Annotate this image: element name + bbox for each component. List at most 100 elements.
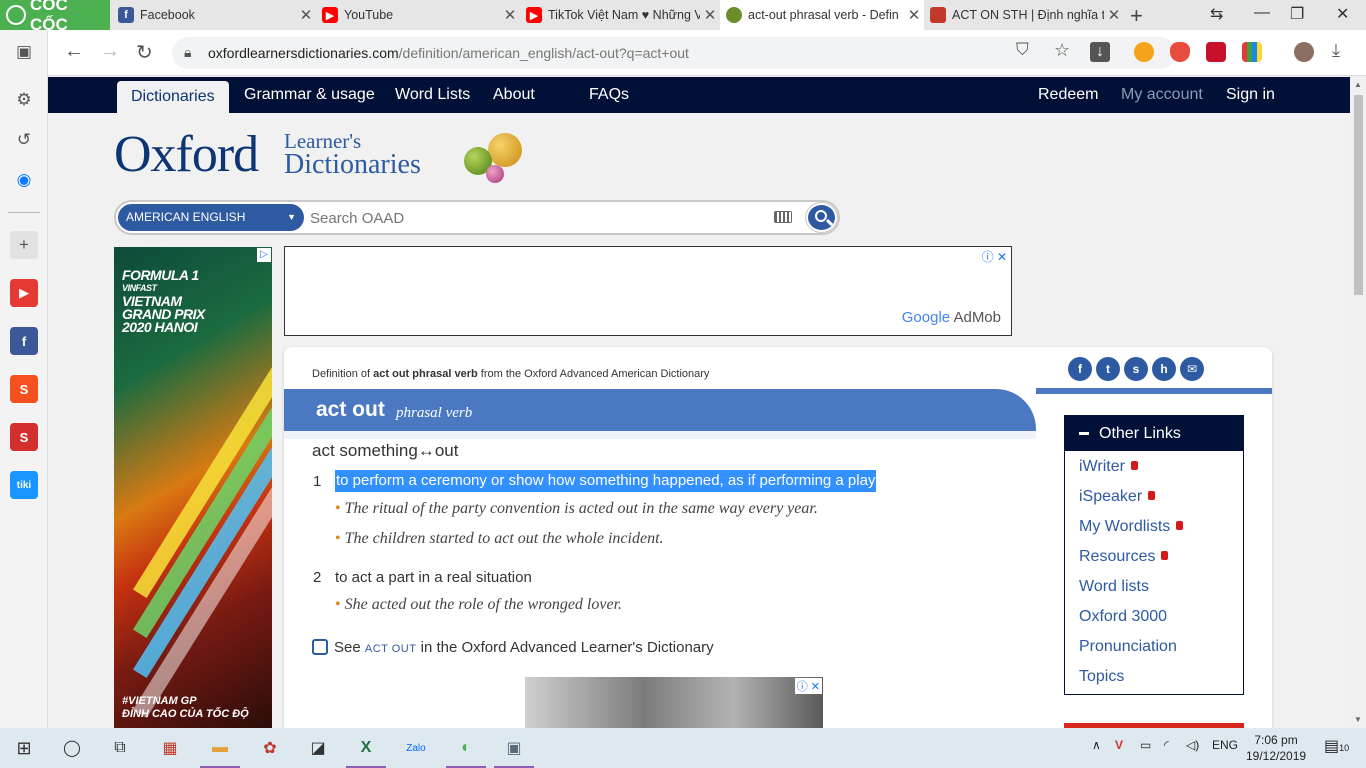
cortana-search-icon[interactable]: ◯	[60, 736, 84, 760]
browser-toolbar: ← → ↻ 🔒︎ oxfordlearnersdictionaries.com /…	[48, 30, 1366, 76]
link-pronunciation[interactable]: Pronunciation	[1079, 638, 1177, 656]
paint-app-icon[interactable]: ✿	[258, 736, 282, 760]
page-scrollbar[interactable]: ▲ ▼	[1350, 77, 1366, 728]
app-icon[interactable]: ▦	[158, 736, 182, 760]
restore-icon[interactable]: ❐	[1290, 4, 1304, 24]
link-oxford-3000[interactable]: Oxford 3000	[1079, 608, 1167, 626]
url-path: /definition/american_english/act-out?q=a…	[398, 45, 689, 61]
tab-youtube[interactable]: ▶ YouTube ✕	[316, 0, 520, 30]
tray-overflow-icon[interactable]: ∧	[1092, 738, 1101, 752]
link-my-wordlists[interactable]: My Wordlists	[1079, 518, 1184, 536]
close-tab-icon[interactable]: ✕	[500, 6, 520, 24]
keyboard-icon[interactable]	[774, 211, 792, 223]
link-topics[interactable]: Topics	[1079, 668, 1124, 686]
facebook-icon[interactable]: f	[10, 327, 38, 355]
scrollbar-thumb[interactable]	[1354, 95, 1363, 295]
other-links-header[interactable]: Other Links	[1065, 416, 1243, 451]
nav-my-account[interactable]: My account	[1121, 77, 1203, 113]
back-icon[interactable]: ←	[64, 40, 84, 63]
download-icon[interactable]: ⤓	[1332, 40, 1340, 61]
profile-avatar[interactable]	[1294, 42, 1314, 62]
hi-share-icon[interactable]: h	[1152, 357, 1176, 381]
close-tab-icon[interactable]: ✕	[296, 6, 316, 24]
minimize-icon[interactable]: —	[1254, 4, 1270, 22]
link-resources[interactable]: Resources	[1079, 548, 1169, 566]
see-also-link[interactable]: See ACT OUT in the Oxford Advanced Learn…	[312, 639, 714, 656]
download-icon[interactable]: ↓	[1090, 42, 1110, 62]
twitter-share-icon[interactable]: t	[1096, 357, 1120, 381]
sidebar-toggle-icon[interactable]: ▣	[10, 38, 38, 66]
dictionary-select[interactable]: AMERICAN ENGLISH ▼	[118, 204, 304, 231]
bookmark-star-icon[interactable]: ☆	[1054, 40, 1070, 61]
ad-choices-icon[interactable]: ⓘ ✕	[982, 248, 1007, 265]
part-of-speech: phrasal verb	[396, 405, 473, 421]
close-tab-icon[interactable]: ✕	[700, 6, 720, 24]
tab-tiktok[interactable]: ▶ TikTok Việt Nam ♥ Những V ✕	[520, 0, 720, 30]
add-app-icon[interactable]: +	[10, 231, 38, 259]
input-language[interactable]: ENG	[1212, 738, 1238, 752]
tab-cambridge[interactable]: ACT ON STH | Định nghĩa tr ✕	[924, 0, 1124, 30]
task-view-icon[interactable]: ⧉	[108, 736, 132, 760]
ad-choices-icon[interactable]: ▷	[257, 248, 271, 262]
coccoc-browser-icon[interactable]: ◐	[446, 736, 486, 768]
file-explorer-icon[interactable]: ▬	[200, 736, 240, 768]
antivirus-icon[interactable]: V	[1115, 738, 1123, 752]
wifi-icon[interactable]: ◜	[1164, 738, 1169, 752]
nav-faqs[interactable]: FAQs	[589, 77, 629, 113]
link-word-lists[interactable]: Word lists	[1079, 578, 1149, 596]
skyscraper-ad[interactable]: FORMULA 1 VINFAST VIETNAM GRAND PRIX 202…	[114, 247, 272, 728]
search-input[interactable]	[310, 207, 770, 229]
nav-about[interactable]: About	[493, 77, 535, 113]
tiki-icon[interactable]: tiki	[10, 471, 38, 499]
sendo-icon[interactable]: S	[10, 423, 38, 451]
new-tab-icon[interactable]: +	[1130, 3, 1143, 29]
close-tab-icon[interactable]: ✕	[904, 6, 924, 24]
excel-icon[interactable]: X	[346, 736, 386, 768]
scroll-up-icon[interactable]: ▲	[1354, 80, 1362, 89]
nav-grammar[interactable]: Grammar & usage	[244, 77, 375, 113]
youtube-icon[interactable]: ▶	[10, 279, 38, 307]
video-ad[interactable]: ⓘ ✕	[525, 677, 823, 728]
nav-sign-in[interactable]: Sign in	[1226, 77, 1275, 113]
sticky-notes-icon[interactable]: ◪	[306, 736, 330, 760]
nav-word-lists[interactable]: Word Lists	[395, 77, 470, 113]
messenger-icon[interactable]: ◉	[10, 166, 38, 194]
coccoc-menu-button[interactable]: CỐC CỐC	[0, 0, 110, 34]
entry-card: Definition of act out phrasal verb from …	[284, 347, 1272, 728]
link-iwriter[interactable]: iWriter	[1079, 458, 1138, 476]
battery-icon[interactable]: ▭	[1140, 738, 1151, 752]
link-ispeaker[interactable]: iSpeaker	[1079, 488, 1156, 506]
extension-icon[interactable]	[1206, 42, 1226, 62]
stumbleupon-share-icon[interactable]: s	[1124, 357, 1148, 381]
zalo-icon[interactable]: Zalo	[404, 736, 428, 760]
extension-icon[interactable]	[1134, 42, 1154, 62]
scroll-down-icon[interactable]: ▼	[1354, 715, 1362, 724]
adblock-icon[interactable]	[1170, 42, 1190, 62]
logo-subtitle: Learner's Dictionaries	[284, 129, 421, 179]
search-button[interactable]	[806, 203, 837, 232]
shield-icon[interactable]: ⛉	[1016, 40, 1029, 60]
close-tab-icon[interactable]: ✕	[1104, 6, 1124, 24]
taskbar-clock[interactable]: 7:06 pm 19/12/2019	[1246, 732, 1306, 764]
windows-start-icon[interactable]: ⊞	[12, 736, 36, 760]
volume-icon[interactable]: ◁)	[1186, 738, 1199, 752]
banner-ad[interactable]: ⓘ ✕ Google AdMob	[284, 246, 1012, 336]
notifications-icon[interactable]: ▤10	[1324, 736, 1349, 756]
close-window-icon[interactable]: ✕	[1336, 4, 1349, 24]
facebook-share-icon[interactable]: f	[1068, 357, 1092, 381]
shopee-icon[interactable]: S	[10, 375, 38, 403]
nav-redeem[interactable]: Redeem	[1038, 77, 1098, 113]
gear-icon[interactable]: ⚙	[10, 86, 38, 114]
forward-icon[interactable]: →	[100, 40, 120, 63]
nav-dictionaries[interactable]: Dictionaries	[117, 81, 229, 113]
ad-choices-icon[interactable]: ⓘ ✕	[794, 678, 822, 694]
extension-icon[interactable]	[1242, 42, 1262, 62]
history-icon[interactable]: ↺	[10, 126, 38, 154]
tab-search-icon[interactable]: ⇆	[1210, 4, 1223, 24]
tab-act-out[interactable]: act-out phrasal verb - Defin ✕	[720, 0, 924, 30]
reload-icon[interactable]: ↻	[136, 40, 153, 65]
app-icon[interactable]: ▣	[494, 736, 534, 768]
email-share-icon[interactable]: ✉	[1180, 357, 1204, 381]
example-sentence: • The ritual of the party convention is a…	[335, 500, 818, 517]
tab-facebook[interactable]: f Facebook ✕	[112, 0, 316, 30]
